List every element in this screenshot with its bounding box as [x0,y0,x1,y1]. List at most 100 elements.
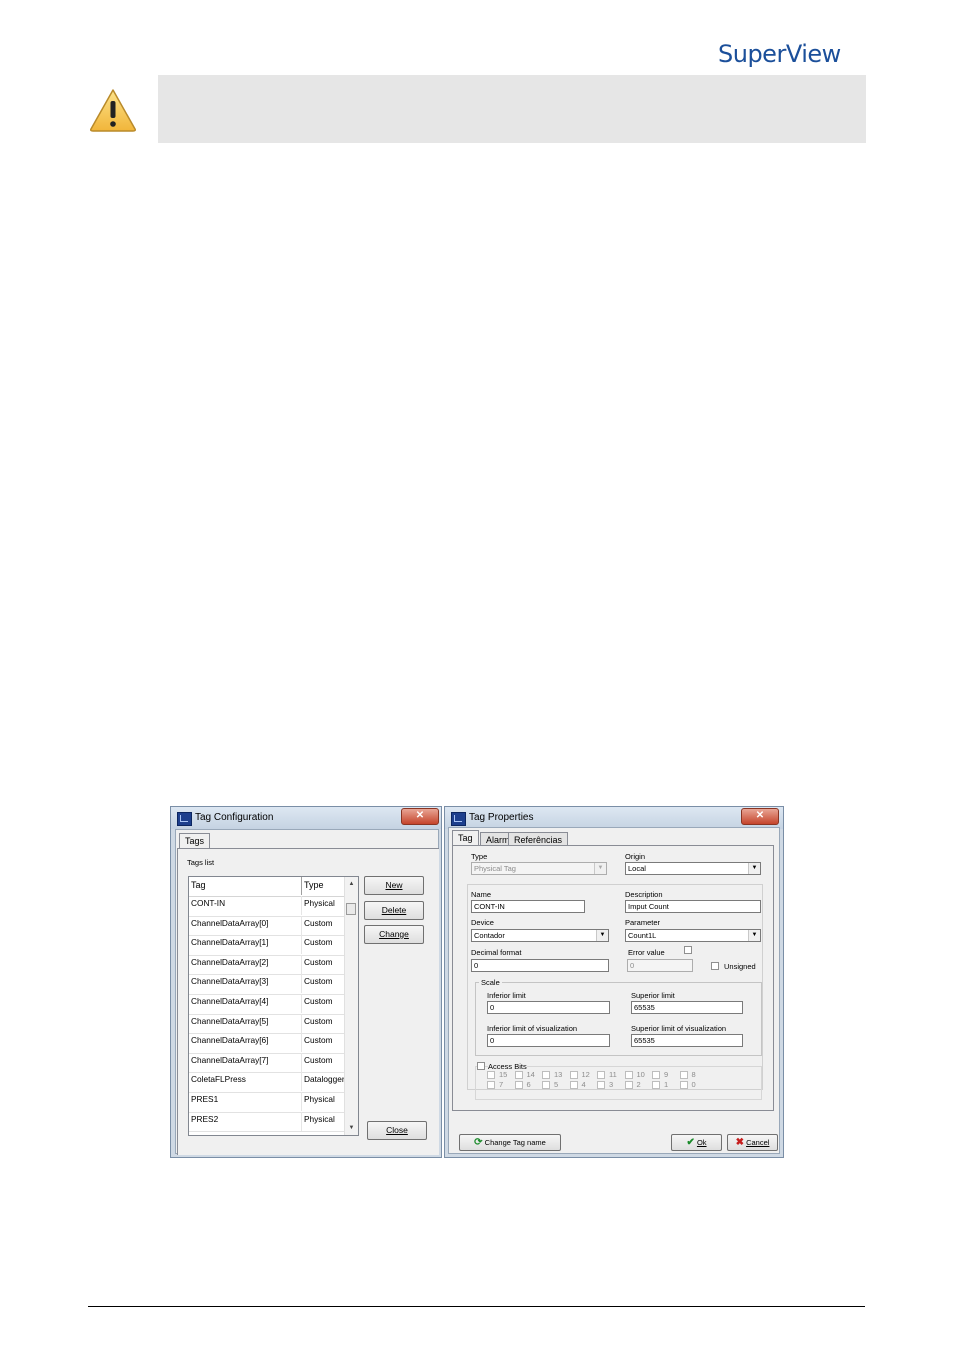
device-label: Device [471,918,494,927]
tags-list[interactable]: Tag Type CONT-IN Physical ChannelDataArray… [188,876,359,1136]
bit-checkbox[interactable] [542,1081,550,1089]
tags-list-scrollbar[interactable]: ▲ ▼ [344,877,358,1135]
bit-label: 13 [554,1070,563,1079]
superior-vis-input[interactable]: 65535 [631,1034,743,1047]
new-button[interactable]: New [364,876,424,895]
table-row[interactable]: PRES2 Physical [189,1111,345,1133]
error-value-checkbox[interactable] [684,946,692,954]
bit-label: 15 [499,1070,508,1079]
tag-cell: ChannelDataArray[1] [189,935,302,955]
bit-checkbox[interactable] [487,1071,495,1079]
table-row[interactable]: PRES1 Physical [189,1092,345,1113]
table-row[interactable]: ChannelDataArray[4] Custom [189,994,345,1015]
table-row[interactable]: ChannelDataArray[1] Custom [189,935,345,956]
bit-checkbox[interactable] [569,1081,578,1089]
close-window-button[interactable]: ✕ [741,808,779,825]
inferior-limit-input[interactable]: 0 [487,1001,610,1014]
unsigned-checkbox[interactable] [711,962,719,970]
table-row[interactable]: CONT-IN Physical [189,896,345,917]
tag-properties-titlebar: Tag Properties ✕ [445,807,783,829]
type-label: Type [471,852,488,861]
tag-cell: ChannelDataArray[4] [189,994,302,1013]
bit-label: 3 [609,1080,614,1089]
app-icon [451,812,466,826]
table-row[interactable]: ChannelDataArray[0] Custom [189,915,345,937]
ok-button[interactable]: ✔ Ok [671,1134,722,1151]
bit-checkbox[interactable] [624,1071,633,1079]
bit-checkbox[interactable] [569,1071,578,1079]
bit-label: 14 [526,1070,535,1079]
error-value-label: Error value [628,948,665,957]
bit-checkbox[interactable] [597,1071,605,1079]
error-value-input[interactable]: 0 [627,959,693,972]
column-header-tag[interactable]: Tag [189,877,302,895]
tag-cell: PRES2 [189,1111,302,1131]
bit-label: 12 [581,1070,590,1079]
tag-properties-client: Tag Alarm Referências Type Physical Tag … [448,827,780,1154]
table-row[interactable]: ChannelDataArray[7] Custom [189,1052,345,1074]
tag-cell: PRES1 [189,1092,302,1111]
bit-checkbox[interactable] [514,1071,523,1079]
parameter-select[interactable]: Count1L ▼ [625,929,761,942]
decimal-format-input[interactable]: 0 [471,959,609,972]
bit-checkbox[interactable] [624,1081,633,1089]
change-tag-name-button[interactable]: ⟳ Change Tag name [459,1134,561,1151]
delete-button[interactable]: Delete [364,901,424,920]
table-row[interactable]: ChannelDataArray[2] Custom [189,954,345,976]
bit-label: 7 [499,1080,504,1089]
type-select[interactable]: Physical Tag ▼ [471,862,607,875]
bit-label: 11 [609,1070,617,1079]
type-cell: Custom [302,1013,345,1033]
scroll-thumb[interactable] [346,903,356,915]
close-button[interactable]: Close [367,1121,427,1140]
type-cell: Datalogger [302,1072,345,1092]
window-title: Tag Configuration [195,812,274,823]
type-cell: Custom [302,1033,345,1053]
bit-label: 5 [554,1080,559,1089]
close-window-button[interactable]: ✕ [401,808,439,825]
bit-checkbox[interactable] [652,1071,660,1079]
tag-cell: ChannelDataArray[5] [189,1013,302,1033]
table-row[interactable]: ColetaFLPress Datalogger [189,1072,345,1093]
description-input[interactable]: Imput Count [625,900,761,913]
tags-list-header: Tag Type [189,877,345,897]
cancel-icon: ✖ [735,1137,744,1148]
tag-configuration-window: Tag Configuration ✕ Tags Tags list Tag T… [170,806,442,1158]
device-select[interactable]: Contador ▼ [471,929,609,942]
table-row[interactable]: ChannelDataArray[3] Custom [189,974,345,995]
table-row[interactable]: ChannelDataArray[5] Custom [189,1013,345,1035]
origin-select[interactable]: Local ▼ [625,862,761,875]
bit-label: 0 [691,1080,696,1089]
bit-checkbox[interactable] [542,1071,550,1079]
scale-group-title: Scale [479,978,502,987]
table-row[interactable]: ChannelDataArray[6] Custom [189,1033,345,1054]
bit-label: 8 [691,1070,696,1079]
tag-cell: ChannelDataArray[7] [189,1052,302,1072]
scroll-up-icon[interactable]: ▲ [345,881,358,887]
access-bits-checkbox[interactable] [477,1062,485,1070]
bit-checkbox[interactable] [652,1081,660,1089]
tags-list-label: Tags list [187,858,215,867]
bit-checkbox[interactable] [679,1081,688,1089]
warning-icon [90,89,136,132]
tag-properties-window: Tag Properties ✕ Tag Alarm Referências T… [444,806,784,1158]
footer-divider [88,1306,865,1307]
superior-limit-label: Superior limit [631,991,675,1000]
bit-label: 1 [664,1080,669,1089]
bit-checkbox[interactable] [597,1081,605,1089]
superior-limit-input[interactable]: 65535 [631,1001,743,1014]
cancel-button[interactable]: ✖ Cancel [727,1134,778,1151]
bit-checkbox[interactable] [679,1071,688,1079]
column-header-type[interactable]: Type [302,877,345,895]
table-row[interactable] [189,1131,344,1135]
inferior-vis-input[interactable]: 0 [487,1034,610,1047]
warning-box [158,75,866,143]
change-button[interactable]: Change [364,925,424,944]
tag-cell: ChannelDataArray[2] [189,954,302,974]
bit-checkbox[interactable] [514,1081,523,1089]
tag-configuration-client: Tags Tags list Tag Type CONT-IN Physical C… [175,829,439,1155]
bit-checkbox[interactable] [487,1081,495,1089]
name-input[interactable]: CONT-IN [471,900,585,913]
scroll-down-icon[interactable]: ▼ [345,1125,358,1131]
type-cell: Custom [302,935,345,955]
